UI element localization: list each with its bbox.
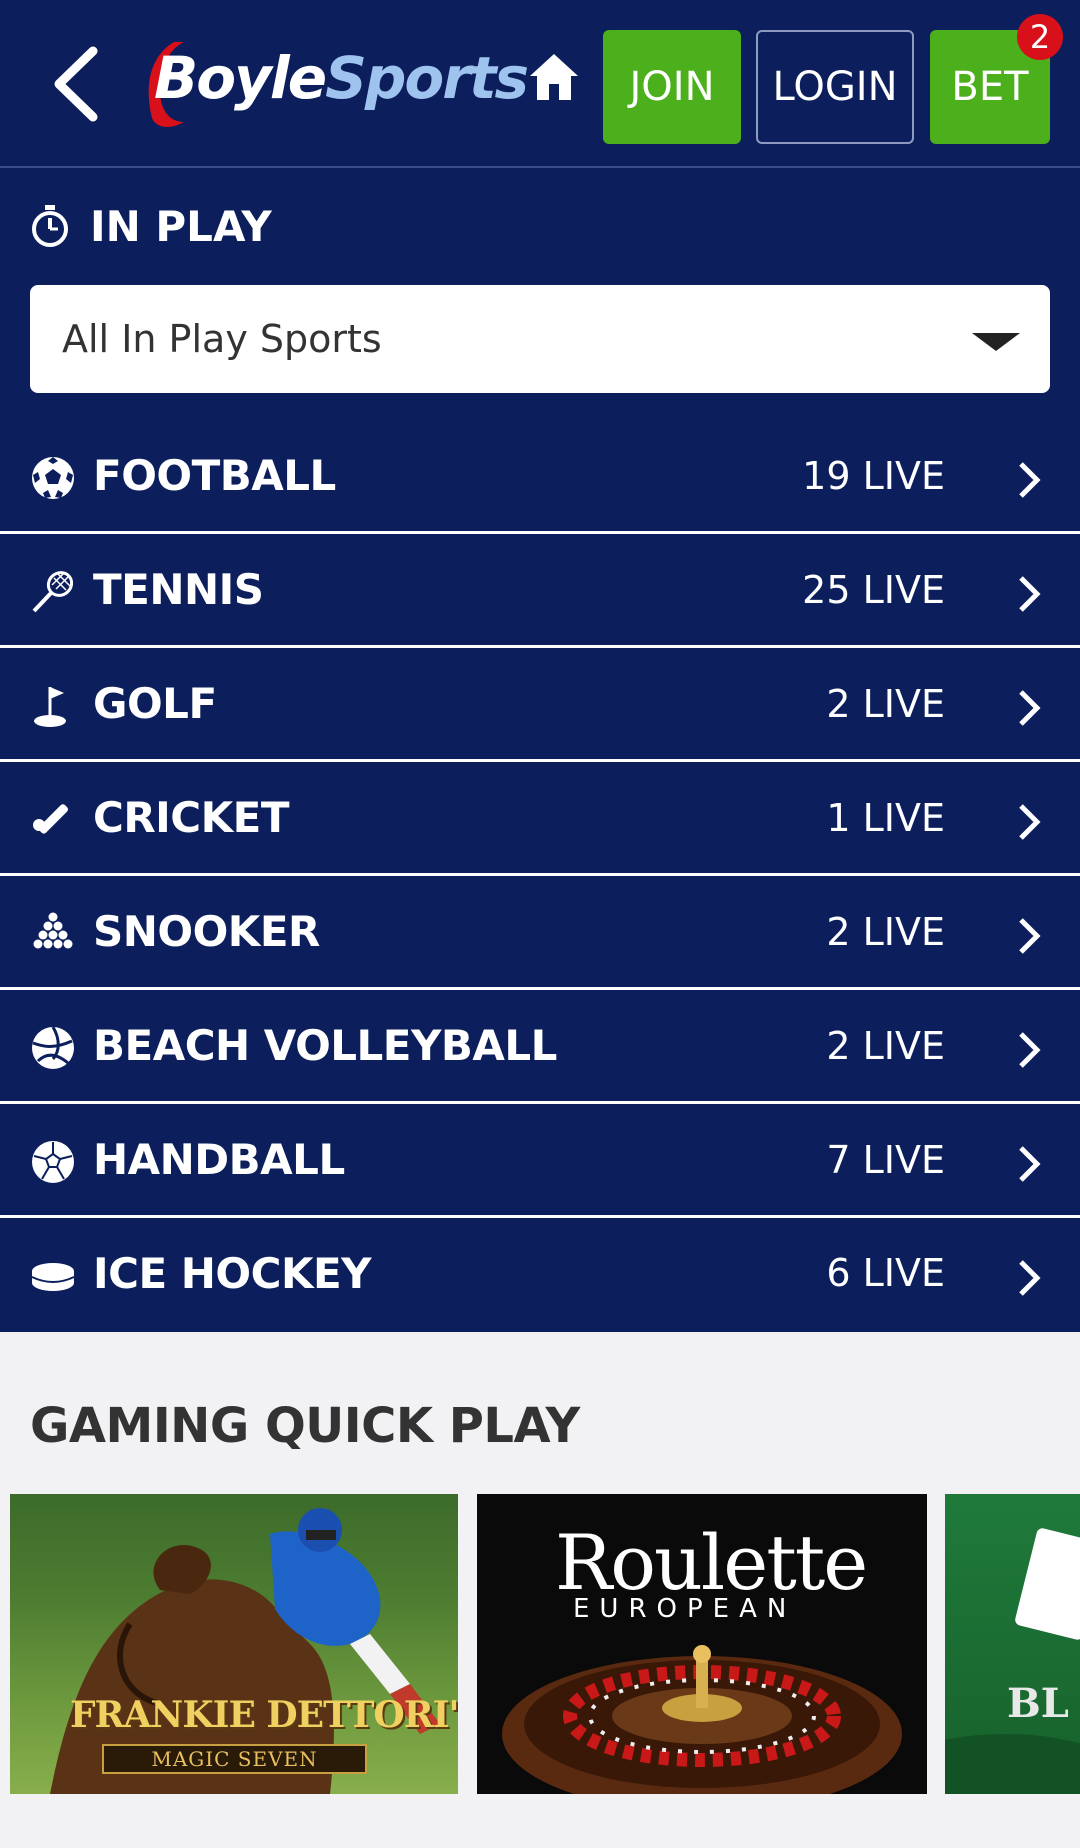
sport-name: HANDBALL: [93, 1135, 345, 1184]
back-arrow-icon: [54, 46, 98, 122]
live-count: 6 LIVE: [826, 1251, 945, 1295]
sport-row-ice-hockey[interactable]: ICE HOCKEY 6 LIVE: [0, 1218, 1080, 1328]
join-button[interactable]: JOIN: [603, 30, 741, 144]
chevron-right-icon: [1019, 1260, 1041, 1296]
chevron-right-icon: [1019, 690, 1041, 726]
in-play-title: IN PLAY: [90, 201, 272, 251]
sport-row-football[interactable]: FOOTBALL 19 LIVE: [0, 420, 1080, 534]
sport-name: CRICKET: [93, 793, 290, 842]
game-tile-frankie-dettori[interactable]: FRANKIE DETTORI'S MAGIC SEVEN: [10, 1494, 458, 1794]
volleyball-icon: [32, 1026, 74, 1069]
sport-name: SNOOKER: [93, 907, 320, 956]
chevron-right-icon: [1019, 462, 1041, 498]
sport-filter-value: All In Play Sports: [62, 317, 382, 361]
home-button[interactable]: [528, 52, 580, 102]
sport-name: GOLF: [93, 679, 217, 728]
sport-row-beach-volleyball[interactable]: BEACH VOLLEYBALL 2 LIVE: [0, 990, 1080, 1104]
game-subtitle: MAGIC SEVEN: [102, 1744, 367, 1774]
football-icon: [32, 457, 74, 499]
live-count: 1 LIVE: [826, 795, 945, 840]
cricket-bat-icon: [33, 804, 69, 834]
snooker-balls-icon: [33, 912, 73, 949]
live-count: 19 LIVE: [802, 453, 945, 498]
live-count: 2 LIVE: [826, 909, 945, 954]
live-count: 2 LIVE: [826, 681, 945, 726]
live-count: 2 LIVE: [826, 1023, 945, 1068]
chevron-right-icon: [1019, 1146, 1041, 1182]
sport-row-golf[interactable]: GOLF 2 LIVE: [0, 648, 1080, 762]
home-icon: [530, 54, 578, 100]
chevron-right-icon: [1019, 576, 1041, 612]
boylesports-logo[interactable]: BoyleSports: [140, 36, 529, 127]
sport-name: FOOTBALL: [93, 451, 336, 500]
gaming-section-title: GAMING QUICK PLAY: [30, 1398, 580, 1454]
sport-row-snooker[interactable]: SNOOKER 2 LIVE: [0, 876, 1080, 990]
chevron-right-icon: [1019, 918, 1041, 954]
playing-card-artwork: [945, 1528, 1080, 1794]
sport-name: TENNIS: [93, 565, 264, 614]
sport-row-handball[interactable]: HANDBALL 7 LIVE: [0, 1104, 1080, 1218]
roulette-wheel-artwork: [502, 1645, 902, 1794]
live-count: 7 LIVE: [826, 1137, 945, 1182]
chevron-right-icon: [1019, 804, 1041, 840]
sport-filter-select[interactable]: All In Play Sports: [30, 285, 1050, 393]
back-button[interactable]: [40, 44, 110, 124]
live-count: 25 LIVE: [802, 567, 945, 612]
hockey-puck-icon: [31, 1263, 75, 1291]
game-title: BL: [1007, 1680, 1069, 1727]
logo-text-boyle: Boyle: [154, 44, 327, 112]
golf-flag-icon: [34, 687, 66, 727]
login-button[interactable]: LOGIN: [756, 30, 914, 144]
gaming-quick-play-section: GAMING QUICK PLAY FRANKIE DETTORI'S MAGI…: [0, 1332, 1080, 1848]
in-play-sports-list: FOOTBALL 19 LIVE TENNIS 25 LIVE GOLF 2 L…: [0, 420, 1080, 1328]
chevron-down-icon: [972, 333, 1020, 351]
game-tile-blackjack[interactable]: BL: [945, 1494, 1080, 1794]
app-header: BoyleSports JOIN LOGIN BET 2: [0, 0, 1080, 168]
sport-name: ICE HOCKEY: [93, 1248, 372, 1298]
bet-count-badge: 2: [1017, 14, 1063, 60]
sport-name: BEACH VOLLEYBALL: [93, 1021, 557, 1070]
game-title: FRANKIE DETTORI'S: [70, 1694, 458, 1736]
chevron-right-icon: [1019, 1032, 1041, 1068]
logo-text-sports: Sports: [325, 44, 529, 112]
in-play-heading: IN PLAY: [30, 196, 272, 256]
tennis-racket-icon: [32, 571, 74, 613]
sport-row-cricket[interactable]: CRICKET 1 LIVE: [0, 762, 1080, 876]
sport-row-tennis[interactable]: TENNIS 25 LIVE: [0, 534, 1080, 648]
game-tile-roulette[interactable]: Roulette EUROPEAN: [477, 1494, 927, 1794]
stopwatch-icon: [32, 205, 68, 247]
handball-icon: [32, 1141, 74, 1183]
